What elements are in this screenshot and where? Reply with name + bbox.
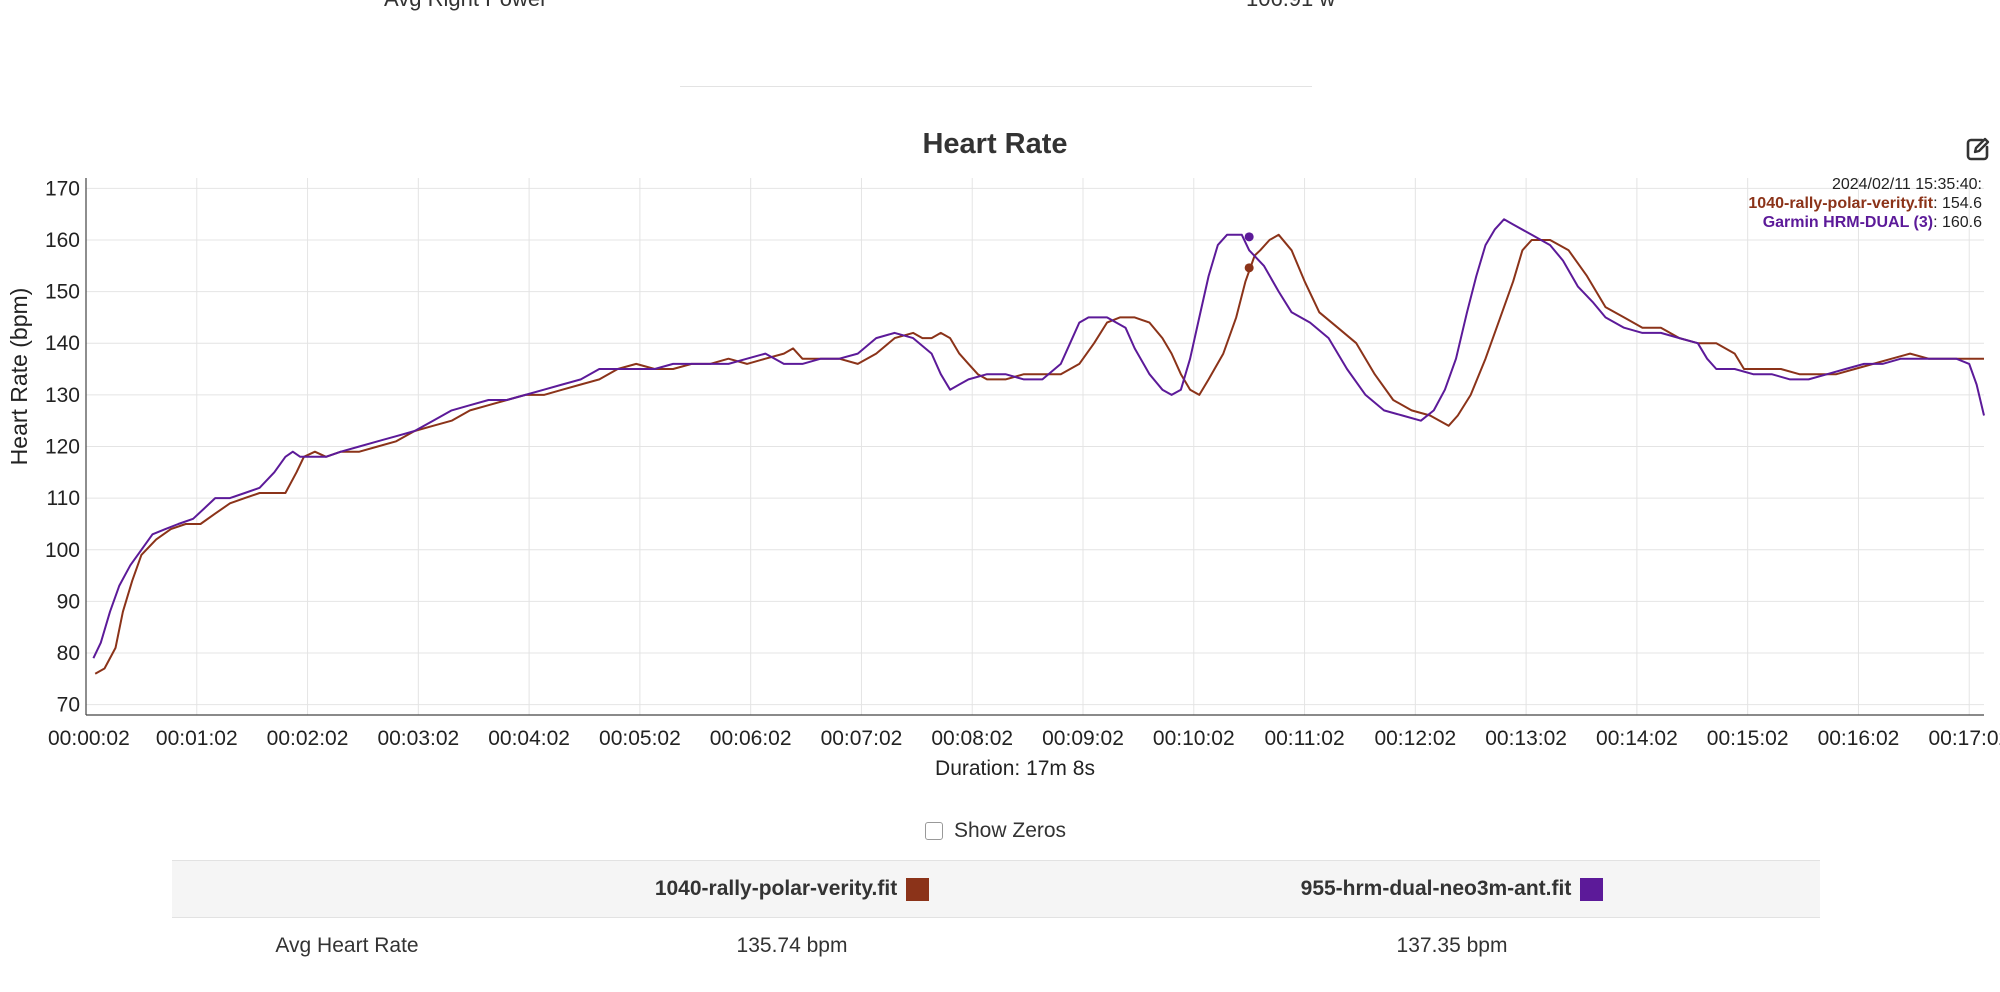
series-line-2 bbox=[92, 218, 1985, 659]
x-axis-title: Duration: 17m 8s bbox=[935, 757, 1095, 780]
series-line-1 bbox=[94, 233, 1984, 675]
tooltip-series-2-value: 160.6 bbox=[1941, 214, 1982, 231]
show-zeros-checkbox[interactable] bbox=[925, 822, 943, 840]
y-tick-label: 140 bbox=[45, 332, 80, 355]
y-tick-label: 120 bbox=[45, 436, 80, 459]
x-tick-label: 00:11:02 bbox=[1264, 727, 1344, 750]
edit-chart-icon[interactable] bbox=[1965, 136, 1991, 162]
y-tick-label: 70 bbox=[57, 694, 80, 717]
x-tick-label: 00:05:02 bbox=[599, 727, 681, 750]
x-tick-label: 00:02:02 bbox=[267, 727, 349, 750]
x-tick-label: 00:03:02 bbox=[377, 727, 459, 750]
x-tick-label: 00:01:02 bbox=[156, 727, 238, 750]
stats-row-avg-heart-rate: Avg Heart Rate 135.74 bpm 137.35 bpm bbox=[172, 918, 1820, 974]
x-tick-label: 00:12:02 bbox=[1374, 727, 1456, 750]
x-tick-label: 00:07:02 bbox=[821, 727, 903, 750]
y-tick-label: 80 bbox=[57, 642, 80, 665]
tooltip-timestamp: 2024/02/11 15:35:40: bbox=[1831, 176, 1982, 193]
file-header-1: 1040-rally-polar-verity.fit bbox=[592, 861, 992, 917]
stats-table: 1040-rally-polar-verity.fit 955-hrm-dual… bbox=[172, 860, 1820, 974]
stats-header-row: 1040-rally-polar-verity.fit 955-hrm-dual… bbox=[172, 860, 1820, 918]
chart-title: Heart Rate bbox=[922, 128, 1068, 160]
file-name-2: 955-hrm-dual-neo3m-ant.fit bbox=[1300, 877, 1572, 900]
avg-right-power-row: Avg Right Power 106.91 w bbox=[0, 0, 2000, 14]
stats-row-value-2: 137.35 bpm bbox=[1396, 934, 1508, 957]
file-header-2: 955-hrm-dual-neo3m-ant.fit bbox=[1252, 861, 1652, 917]
tooltip-series-1-name: 1040-rally-polar-verity.fit bbox=[1748, 195, 1934, 212]
tooltip-series-2: Garmin HRM-DUAL (3): 160.6 bbox=[1762, 214, 1982, 231]
x-tick-label: 00:16:02 bbox=[1818, 727, 1900, 750]
y-tick-label: 130 bbox=[45, 384, 80, 407]
avg-right-power-label: Avg Right Power bbox=[384, 0, 547, 12]
heart-rate-chart[interactable]: 70 80 90 100 110 120 130 140 150 160 170 00:00:02 00… bbox=[0, 160, 2000, 780]
x-tick-label: 00:15:02 bbox=[1707, 727, 1789, 750]
x-tick-label: 00:04:02 bbox=[488, 727, 570, 750]
hover-tooltip: 2024/02/11 15:35:40: 1040-rally-polar-ve… bbox=[1748, 175, 1982, 232]
axis-labels: 70 80 90 100 110 120 130 140 150 160 170 00:00:02 00… bbox=[6, 177, 2000, 780]
hover-point-2 bbox=[1244, 232, 1254, 242]
show-zeros-label: Show Zeros bbox=[954, 819, 1067, 842]
stats-row-value-1: 135.74 bpm bbox=[736, 934, 848, 957]
y-tick-label: 160 bbox=[45, 229, 80, 252]
x-tick-label: 00:10:02 bbox=[1153, 727, 1235, 750]
hover-point-1 bbox=[1244, 263, 1254, 273]
stats-row-label: Avg Heart Rate bbox=[275, 934, 419, 957]
y-tick-label: 110 bbox=[47, 487, 80, 510]
x-tick-label: 00:13:02 bbox=[1485, 727, 1567, 750]
y-tick-label: 170 bbox=[45, 177, 80, 200]
y-tick-label: 100 bbox=[45, 539, 80, 562]
y-tick-label: 90 bbox=[57, 590, 80, 613]
tooltip-series-1-value: 154.6 bbox=[1941, 195, 1982, 212]
file-color-swatch-1 bbox=[906, 877, 930, 901]
x-tick-label: 00:14:02 bbox=[1596, 727, 1678, 750]
x-tick-label: 00:17:02 bbox=[1928, 727, 2000, 750]
file-name-1: 1040-rally-polar-verity.fit bbox=[654, 877, 898, 900]
tooltip-series-1: 1040-rally-polar-verity.fit: 154.6 bbox=[1748, 195, 1982, 212]
x-tick-label: 00:00:02 bbox=[48, 727, 130, 750]
tooltip-series-2-name: Garmin HRM-DUAL (3) bbox=[1762, 214, 1934, 231]
grid-lines bbox=[85, 178, 1984, 715]
x-tick-label: 00:08:02 bbox=[931, 727, 1013, 750]
y-tick-label: 150 bbox=[45, 281, 80, 304]
x-tick-label: 00:06:02 bbox=[710, 727, 792, 750]
x-tick-label: 00:09:02 bbox=[1042, 727, 1124, 750]
avg-right-power-value: 106.91 w bbox=[1246, 0, 1335, 12]
show-zeros-toggle[interactable]: Show Zeros bbox=[925, 818, 1066, 844]
y-axis-title: Heart Rate (bpm) bbox=[6, 288, 32, 466]
file-color-swatch-2 bbox=[1580, 877, 1604, 901]
section-divider bbox=[680, 86, 1312, 87]
